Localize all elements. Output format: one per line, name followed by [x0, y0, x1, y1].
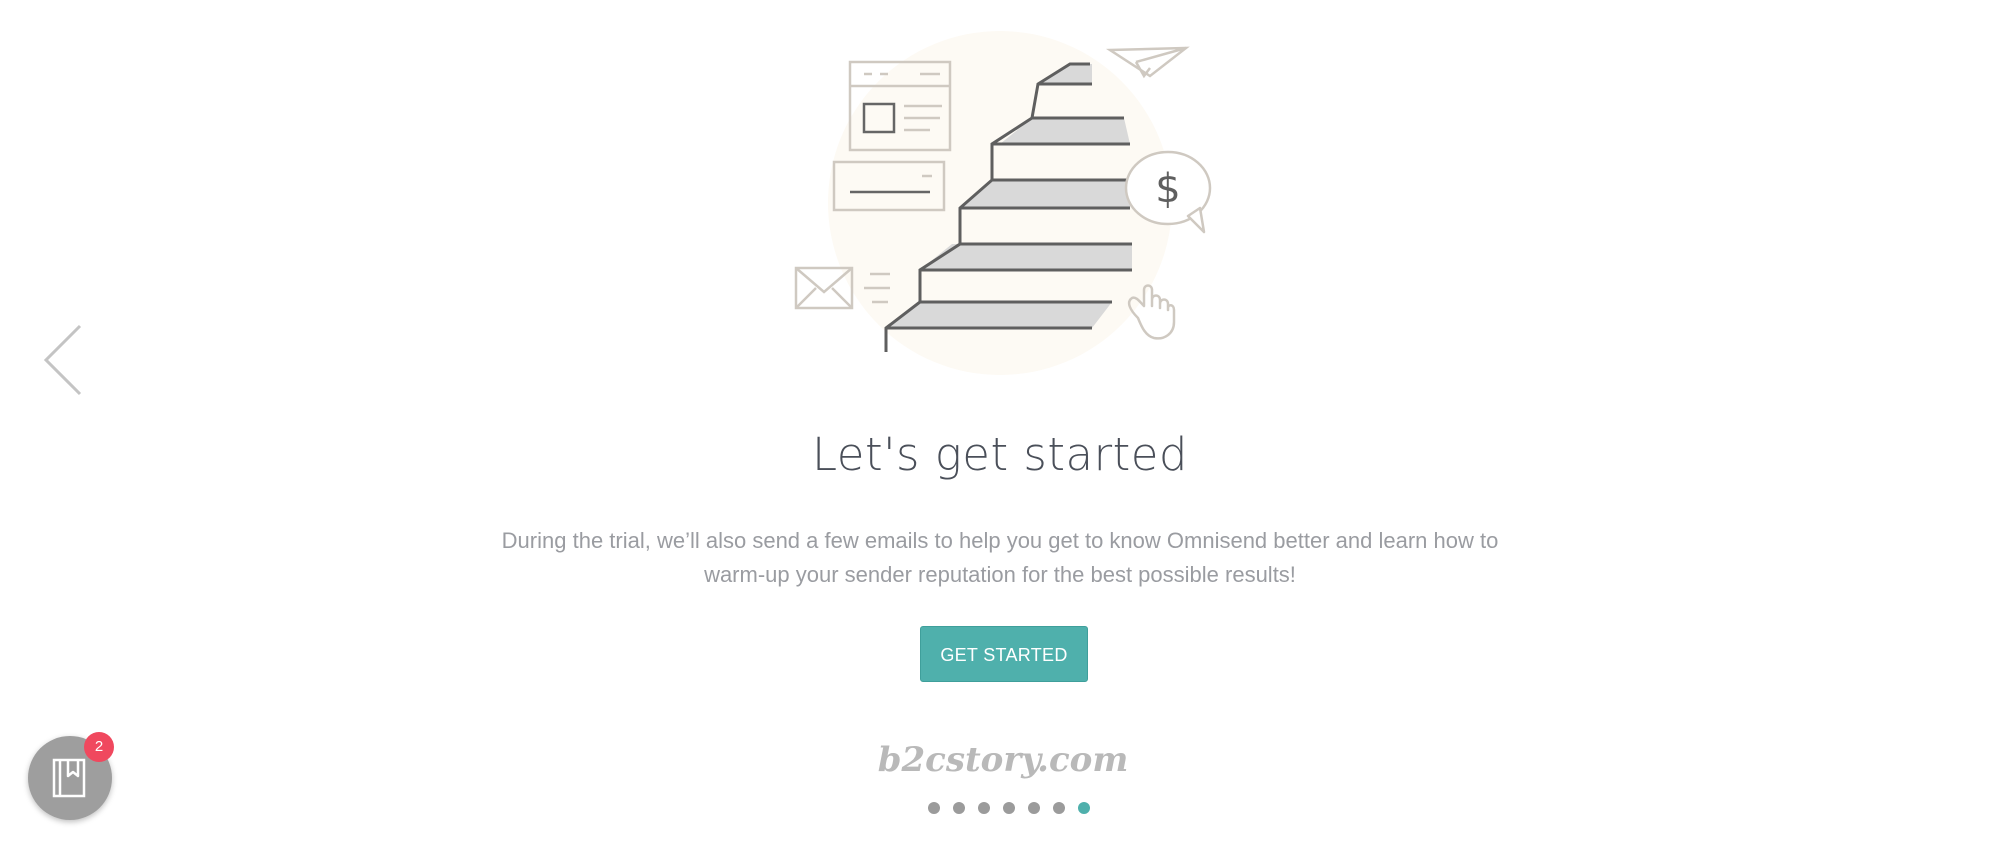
- page-title: Let's get started: [812, 428, 1188, 481]
- pager-dot-1[interactable]: [928, 802, 940, 814]
- paper-plane-icon: [1105, 46, 1190, 79]
- onboarding-illustration: $: [780, 18, 1240, 388]
- notification-badge: 2: [84, 732, 114, 762]
- pager-dot-2[interactable]: [953, 802, 965, 814]
- pager-dot-5[interactable]: [1028, 802, 1040, 814]
- envelope-icon: [794, 266, 890, 310]
- pager-dot-3[interactable]: [978, 802, 990, 814]
- description-text: During the trial, we’ll also send a few …: [500, 524, 1500, 592]
- get-started-button[interactable]: GET STARTED: [920, 626, 1088, 682]
- pager-dot-4[interactable]: [1003, 802, 1015, 814]
- pager-dots: [928, 802, 1090, 816]
- pager-dot-7-active[interactable]: [1078, 802, 1090, 814]
- watermark-text: b2cstory.com: [877, 740, 1129, 780]
- onboarding-page: $ Let's get started During the trial, we…: [0, 0, 2000, 844]
- bookmark-book-icon: [52, 758, 86, 798]
- description-line-2: warm-up your sender reputation for the b…: [704, 562, 1296, 587]
- dollar-symbol: $: [1155, 166, 1180, 212]
- pager-dot-6[interactable]: [1053, 802, 1065, 814]
- description-line-1: During the trial, we’ll also send a few …: [501, 528, 1499, 553]
- chevron-left-icon[interactable]: [40, 322, 90, 398]
